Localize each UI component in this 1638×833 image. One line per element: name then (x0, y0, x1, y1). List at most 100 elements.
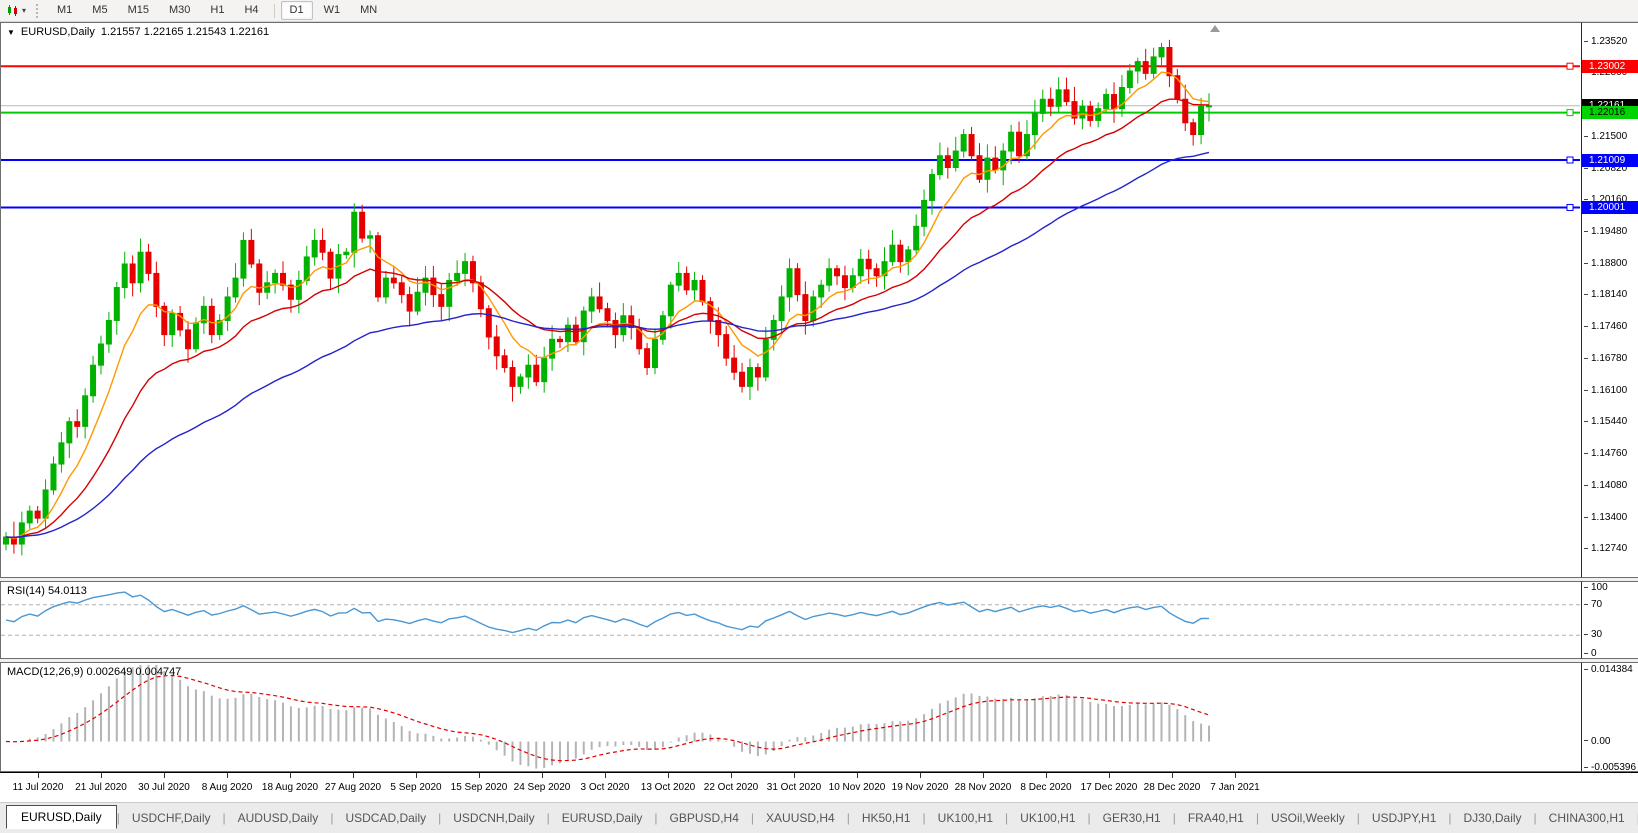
chart-tab-gbpusd-h4[interactable]: GBPUSD,H4 (658, 807, 751, 829)
time-tick (1172, 773, 1173, 778)
timeframe-button-h4[interactable]: H4 (235, 1, 267, 20)
time-tick (1235, 773, 1236, 778)
date-label: 17 Dec 2020 (1080, 782, 1138, 793)
chart-tab-ger30-h1[interactable]: GER30,H1 (1091, 807, 1173, 829)
timeframe-toolbar: ▾ M1 M5 M15 M30 H1 H4 D1 W1 MN (0, 0, 1638, 22)
macd-signal-line (5, 674, 1210, 762)
date-label: 10 Nov 2020 (828, 782, 886, 793)
time-axis: 11 Jul 2020 21 Jul 2020 30 Jul 2020 8 Aug 2… (0, 772, 1638, 803)
chart-tab-dj30-daily[interactable]: DJ30,Daily (1452, 807, 1534, 829)
time-tick (1109, 773, 1110, 778)
chart-tab-fra40-h1[interactable]: FRA40,H1 (1176, 807, 1256, 829)
time-tick (353, 773, 354, 778)
date-label: 22 Oct 2020 (703, 782, 759, 793)
rsi-tick: 30 (1584, 629, 1602, 640)
price-tick: 1.13400 (1584, 512, 1627, 523)
timeframe-button-w1[interactable]: W1 (315, 1, 350, 20)
macd-axis: 0.014384 0.00 -0.005396 (1581, 662, 1638, 773)
time-tick (605, 773, 606, 778)
date-label: 30 Jul 2020 (138, 782, 190, 793)
price-tick: 1.16100 (1584, 385, 1627, 396)
chart-tab-hk50-h1[interactable]: HK50,H1 (850, 807, 923, 829)
chart-tab-china300-h1[interactable]: CHINA300,H1 (1537, 807, 1637, 829)
trading-platform-window: ▾ M1 M5 M15 M30 H1 H4 D1 W1 MN ▼ EURUSD,… (0, 0, 1638, 833)
time-tick (731, 773, 732, 778)
chart-tab-eurusd-daily[interactable]: EURUSD,Daily (550, 807, 655, 829)
timeframe-button-m30[interactable]: M30 (160, 1, 199, 20)
price-axis: 1.235201.228601.221801.215001.208201.201… (1581, 22, 1638, 578)
timeframe-button-m15[interactable]: M15 (119, 1, 158, 20)
price-tick: 1.15440 (1584, 416, 1627, 427)
collapse-chart-icon[interactable]: ▼ (7, 28, 15, 37)
level-line-handle[interactable] (1566, 62, 1574, 70)
time-tick (794, 773, 795, 778)
timeframe-button-d1[interactable]: D1 (280, 1, 313, 20)
price-tick: 1.23520 (1584, 36, 1627, 47)
date-label: 19 Nov 2020 (891, 782, 949, 793)
level-line-handle[interactable] (1566, 109, 1574, 117)
level-line-handle[interactable] (1566, 156, 1574, 164)
date-label: 5 Sep 2020 (390, 782, 442, 793)
time-tick (38, 773, 39, 778)
date-label: 3 Oct 2020 (580, 782, 630, 793)
rsi-tick: 0 (1584, 648, 1597, 659)
date-label: 24 Sep 2020 (513, 782, 571, 793)
chart-tab-audusd-daily[interactable]: AUDUSD,Daily (226, 807, 331, 829)
timeframe-button-mn[interactable]: MN (351, 1, 386, 20)
macd-label: MACD(12,26,9) 0.002649 0.004747 (7, 666, 182, 678)
main-chart-pane[interactable]: ▼ EURUSD,Daily 1.21557 1.22165 1.21543 1… (0, 22, 1581, 578)
chart-symbol-label: EURUSD,Daily (20, 26, 95, 38)
price-tick: 1.17460 (1584, 321, 1627, 332)
price-tick: 1.19480 (1584, 226, 1627, 237)
chevron-down-icon: ▾ (22, 5, 27, 15)
time-tick (542, 773, 543, 778)
chart-tab-usdjpy-h1[interactable]: USDJPY,H1 (1360, 807, 1448, 829)
time-tick (983, 773, 984, 778)
price-tick: 1.14760 (1584, 448, 1627, 459)
chart-tab-uk100-h1[interactable]: UK100,H1 (926, 807, 1005, 829)
chart-tab-xauusd-h4[interactable]: XAUUSD,H4 (754, 807, 847, 829)
macd-pane[interactable]: MACD(12,26,9) 0.002649 0.004747 (0, 662, 1581, 772)
chart-title: ▼ EURUSD,Daily 1.21557 1.22165 1.21543 1… (7, 26, 269, 38)
time-tick (101, 773, 102, 778)
level-line-handle[interactable] (1566, 203, 1574, 211)
chart-tab-usdcnh-daily[interactable]: USDCNH,Daily (441, 807, 546, 829)
timeframe-button-h1[interactable]: H1 (201, 1, 233, 20)
price-tick: 1.21500 (1584, 131, 1627, 142)
time-tick (479, 773, 480, 778)
timeframe-button-m1[interactable]: M1 (48, 1, 81, 20)
chart-tab-usdchf-daily[interactable]: USDCHF,Daily (120, 807, 223, 829)
chart-tab-usdcad-daily[interactable]: USDCAD,Daily (333, 807, 438, 829)
price-tick: 1.14080 (1584, 480, 1627, 491)
chart-shift-marker[interactable] (1210, 25, 1220, 32)
chart-tab-eurusd-daily[interactable]: EURUSD,Daily (6, 805, 117, 829)
chart-tab-usoil-weekly[interactable]: USOil,Weekly (1259, 807, 1357, 829)
toolbar-separator (273, 3, 275, 18)
time-tick (1046, 773, 1047, 778)
time-tick (668, 773, 669, 778)
date-label: 15 Sep 2020 (450, 782, 508, 793)
macd-tick: 0.014384 (1584, 664, 1633, 675)
time-tick (920, 773, 921, 778)
chart-tab-uk100-h1[interactable]: UK100,H1 (1008, 807, 1087, 829)
level-price-label: 1.21009 (1582, 153, 1638, 167)
date-label: 28 Nov 2020 (954, 782, 1012, 793)
rsi-pane[interactable]: RSI(14) 54.0113 (0, 581, 1581, 659)
rsi-line (5, 591, 1210, 634)
date-label: 8 Dec 2020 (1020, 782, 1072, 793)
chart-type-tool[interactable]: ▾ (0, 1, 32, 20)
time-tick (416, 773, 417, 778)
chart-ohlc-values: 1.21557 1.22165 1.21543 1.22161 (100, 26, 270, 38)
price-tick: 1.18800 (1584, 258, 1627, 269)
toolbar-grip[interactable] (36, 3, 43, 18)
date-label: 8 Aug 2020 (201, 782, 253, 793)
macd-tick: 0.00 (1584, 736, 1610, 747)
timeframe-button-m5[interactable]: M5 (83, 1, 116, 20)
date-label: 13 Oct 2020 (640, 782, 696, 793)
date-label: 27 Aug 2020 (324, 782, 382, 793)
level-price-label: 1.23002 (1582, 59, 1638, 73)
rsi-axis: 100 70 30 0 (1581, 581, 1638, 659)
rsi-label: RSI(14) 54.0113 (7, 585, 87, 597)
price-tick: 1.18140 (1584, 289, 1627, 300)
level-price-label: 1.20001 (1582, 200, 1638, 214)
